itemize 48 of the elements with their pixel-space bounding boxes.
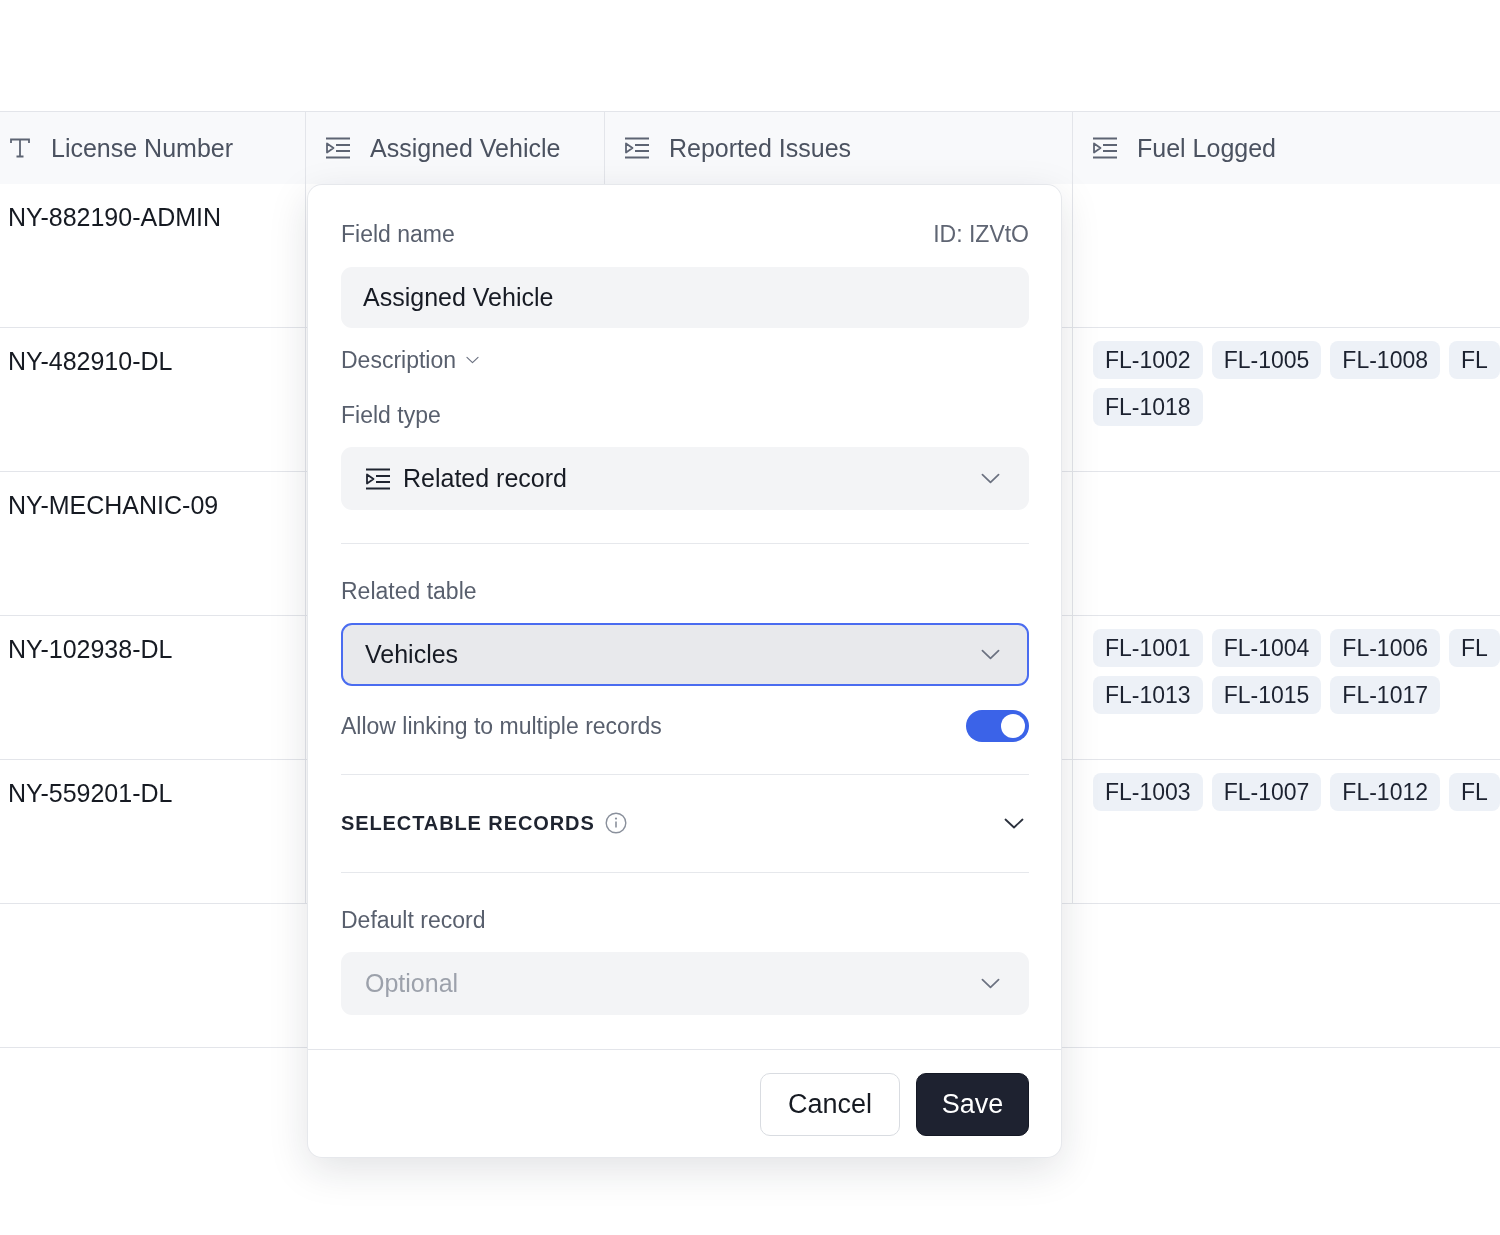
indent-list-icon bbox=[325, 137, 351, 159]
record-tag[interactable]: FL-1001 bbox=[1093, 629, 1203, 667]
record-tag[interactable]: FL bbox=[1449, 341, 1500, 379]
column-header[interactable]: Assigned Vehicle bbox=[306, 112, 605, 184]
table-cell: NY-482910-DL bbox=[8, 347, 173, 375]
related-table-select[interactable]: Vehicles bbox=[341, 623, 1029, 686]
indent-list-icon bbox=[1092, 137, 1118, 159]
section-header[interactable]: SELECTABLE RECORDS bbox=[341, 799, 1029, 847]
info-icon bbox=[604, 812, 627, 834]
table-cell: NY-MECHANIC-09 bbox=[8, 491, 219, 519]
record-tag[interactable]: FL-1015 bbox=[1211, 676, 1322, 714]
chevron-down-icon bbox=[981, 978, 1000, 989]
chevron-down-icon bbox=[981, 473, 1000, 484]
field-label: Default record bbox=[341, 906, 486, 934]
column-header[interactable]: License Number bbox=[0, 112, 306, 184]
column-header[interactable]: Fuel Logged bbox=[1073, 112, 1500, 184]
field-id-text: ID: IZVtO bbox=[933, 220, 1029, 248]
save-button[interactable]: Save bbox=[916, 1073, 1029, 1136]
record-tag[interactable]: FL-1008 bbox=[1330, 341, 1440, 379]
record-tag[interactable]: FL-1007 bbox=[1211, 773, 1322, 811]
chevron-down-icon bbox=[981, 649, 1000, 660]
record-tag[interactable]: FL bbox=[1449, 773, 1500, 811]
table-cell: NY-102938-DL bbox=[8, 635, 173, 663]
field-label: Field type bbox=[341, 401, 441, 429]
table-cell: NY-882190-ADMIN bbox=[8, 203, 222, 231]
record-tag[interactable]: FL-1003 bbox=[1093, 773, 1203, 811]
record-tag[interactable]: FL-1017 bbox=[1330, 676, 1440, 714]
description-toggle[interactable]: Description bbox=[341, 346, 480, 374]
record-tag[interactable]: FL-1005 bbox=[1211, 341, 1322, 379]
table-cell: NY-559201-DL bbox=[8, 779, 173, 807]
record-tag[interactable]: FL-1002 bbox=[1093, 341, 1203, 379]
record-tag[interactable]: FL-1012 bbox=[1330, 773, 1440, 811]
indent-list-icon bbox=[365, 467, 391, 490]
record-tag[interactable]: FL bbox=[1449, 629, 1500, 667]
record-tag[interactable]: FL-1004 bbox=[1211, 629, 1322, 667]
cancel-button[interactable]: Cancel bbox=[760, 1073, 900, 1136]
field-name-input[interactable]: Assigned Vehicle bbox=[341, 267, 1029, 328]
indent-list-icon bbox=[624, 137, 650, 159]
record-tag[interactable]: FL-1006 bbox=[1330, 629, 1440, 667]
column-header[interactable]: Reported Issues bbox=[605, 112, 1073, 184]
record-tag[interactable]: FL-1013 bbox=[1093, 676, 1203, 714]
toggle-label: Allow linking to multiple records bbox=[341, 712, 662, 740]
letter-t-icon bbox=[8, 136, 32, 160]
field-label: Related table bbox=[341, 577, 477, 605]
field-type-select[interactable]: Related record bbox=[341, 447, 1029, 510]
toggle-switch[interactable] bbox=[966, 710, 1029, 742]
field-label: Field name bbox=[341, 220, 455, 248]
record-tag[interactable]: FL-1018 bbox=[1093, 388, 1203, 426]
